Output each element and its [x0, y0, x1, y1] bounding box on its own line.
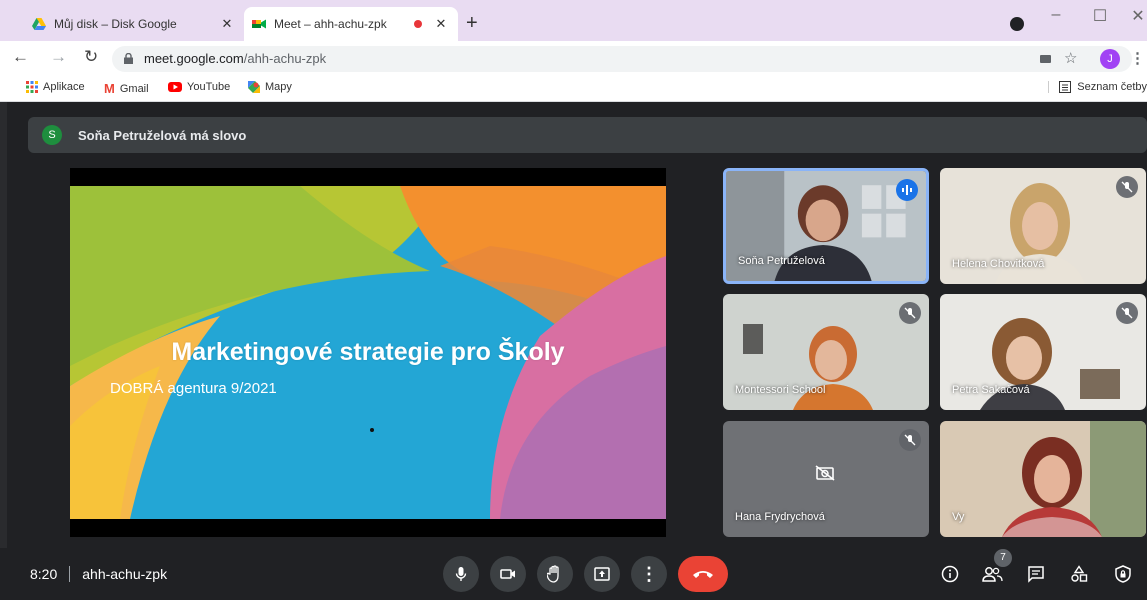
minimize-button[interactable]: –	[1046, 6, 1066, 24]
microphone-off-icon	[1116, 302, 1138, 324]
raise-hand-icon	[547, 565, 559, 583]
participant-name: Soňa Petruželová	[738, 255, 825, 267]
left-edge-strip	[0, 102, 7, 548]
microphone-button[interactable]	[443, 556, 479, 592]
close-window-button[interactable]: ✕	[1128, 6, 1147, 26]
mouse-pointer	[370, 428, 374, 432]
present-screen-button[interactable]	[584, 556, 620, 592]
back-arrow-icon[interactable]: ←	[12, 47, 29, 67]
participant-tile[interactable]: Petra Sakačová	[940, 294, 1146, 410]
forward-arrow-icon[interactable]: →	[50, 47, 67, 67]
reading-list-button[interactable]: Seznam četby	[1048, 81, 1147, 93]
participant-name: Hana Frydrychová	[735, 511, 825, 523]
google-meet-icon	[252, 19, 266, 29]
bookmark-star-icon[interactable]: ☆	[1064, 46, 1077, 72]
leave-call-button[interactable]	[678, 556, 728, 592]
speaking-indicator-icon	[896, 179, 918, 201]
shield-lock-icon	[1115, 565, 1131, 583]
people-icon	[982, 567, 1003, 582]
meeting-time: 8:20	[30, 566, 58, 582]
bookmark-youtube[interactable]: YouTube	[168, 81, 230, 93]
more-options-button[interactable]: ⋮	[631, 556, 667, 592]
maximize-button[interactable]: ☐	[1090, 6, 1110, 26]
tab-search-icon[interactable]	[1010, 17, 1024, 31]
chat-button[interactable]	[1024, 562, 1048, 586]
host-controls-button[interactable]	[1111, 562, 1135, 586]
microphone-icon	[455, 567, 467, 581]
new-tab-button[interactable]: +	[466, 13, 478, 33]
close-tab-icon[interactable]: ✕	[432, 16, 450, 32]
meeting-code: ahh-achu-zpk	[82, 566, 168, 582]
tab-title: Meet – ahh-achu-zpk	[274, 17, 387, 31]
slide-subtitle: DOBRÁ agentura 9/2021	[110, 380, 277, 397]
activities-shapes-icon	[1071, 565, 1088, 582]
bookmark-label: YouTube	[187, 81, 231, 93]
apps-grid-icon	[26, 81, 38, 93]
url-host: meet.google.com	[144, 51, 244, 66]
slide-title: Marketingové strategie pro Školy	[171, 338, 565, 366]
presentation-screen: Marketingové strategie pro Školy DOBRÁ a…	[70, 168, 666, 537]
bookmark-label: Aplikace	[43, 81, 85, 93]
camera-in-use-icon[interactable]	[1040, 55, 1051, 63]
participant-name: Petra Sakačová	[952, 384, 1030, 396]
bookmarks-bar: Aplikace M Gmail YouTube Mapy Seznam čet…	[0, 76, 1147, 102]
participant-tile[interactable]: Helena Chovitková	[940, 168, 1146, 284]
reading-list-icon	[1059, 81, 1072, 93]
speaker-avatar: S	[42, 125, 62, 145]
participant-tile[interactable]: Montessori School	[723, 294, 929, 410]
participant-tile[interactable]: Hana Frydrychová	[723, 421, 929, 537]
microphone-off-icon	[899, 302, 921, 324]
active-speaker-banner: S Soňa Petruželová má slovo	[28, 117, 1147, 153]
participant-name: Vy	[952, 511, 965, 523]
speaker-banner-text: Soňa Petruželová má slovo	[78, 127, 247, 143]
reading-list-label: Seznam četby	[1077, 81, 1147, 93]
chat-icon	[1028, 566, 1044, 583]
video-camera-icon	[500, 569, 515, 579]
close-tab-icon[interactable]: ✕	[218, 16, 236, 32]
recording-indicator-icon	[414, 20, 422, 28]
more-vert-icon: ⋮	[640, 563, 658, 584]
raise-hand-button[interactable]	[537, 556, 573, 592]
tab-title: Můj disk – Disk Google	[54, 17, 177, 31]
tab-google-meet[interactable]: Meet – ahh-achu-zpk ✕	[244, 7, 458, 41]
bookmark-apps[interactable]: Aplikace	[26, 81, 85, 93]
profile-avatar[interactable]: J	[1100, 49, 1120, 69]
hang-up-phone-icon	[693, 571, 713, 578]
browser-chrome: Můj disk – Disk Google ✕ Meet – ahh-achu…	[0, 0, 1147, 102]
reload-icon[interactable]: ↻	[84, 47, 98, 67]
camera-button[interactable]	[490, 556, 526, 592]
address-bar[interactable]: meet.google.com/ahh-achu-zpk ☆ J ⋮	[112, 46, 1145, 72]
camera-off-icon	[815, 465, 835, 481]
activities-button[interactable]	[1067, 562, 1091, 586]
navigation-bar: ← → ↻ meet.google.com/ahh-achu-zpk ☆ J ⋮	[0, 41, 1147, 76]
participant-video	[940, 421, 1146, 537]
maps-icon	[248, 81, 260, 93]
participant-tile[interactable]: Soňa Petruželová	[723, 168, 929, 284]
lock-icon	[124, 53, 133, 64]
gmail-icon: M	[104, 81, 115, 96]
meeting-info: 8:20 ahh-achu-zpk	[30, 566, 167, 582]
youtube-icon	[168, 82, 182, 92]
browser-menu-icon[interactable]: ⋮	[1130, 46, 1145, 72]
present-screen-icon	[594, 567, 610, 581]
participant-name: Helena Chovitková	[952, 258, 1045, 270]
participant-name: Montessori School	[735, 384, 826, 396]
tab-strip: Můj disk – Disk Google ✕ Meet – ahh-achu…	[0, 0, 1147, 41]
microphone-off-icon	[1116, 176, 1138, 198]
bookmark-label: Mapy	[265, 81, 292, 93]
bookmark-maps[interactable]: Mapy	[248, 81, 292, 93]
info-icon	[941, 565, 959, 583]
meeting-details-button[interactable]	[938, 562, 962, 586]
microphone-off-icon	[899, 429, 921, 451]
participant-tile-self[interactable]: Vy	[940, 421, 1146, 537]
tab-google-drive[interactable]: Můj disk – Disk Google ✕	[22, 7, 244, 41]
bookmark-label: Gmail	[119, 82, 149, 95]
participant-count-badge: 7	[994, 549, 1012, 567]
google-drive-icon	[32, 18, 46, 30]
meeting-controls-bar: 8:20 ahh-achu-zpk ⋮	[0, 548, 1147, 600]
bookmark-gmail[interactable]: M Gmail	[104, 81, 149, 96]
url-path: /ahh-achu-zpk	[243, 51, 327, 66]
